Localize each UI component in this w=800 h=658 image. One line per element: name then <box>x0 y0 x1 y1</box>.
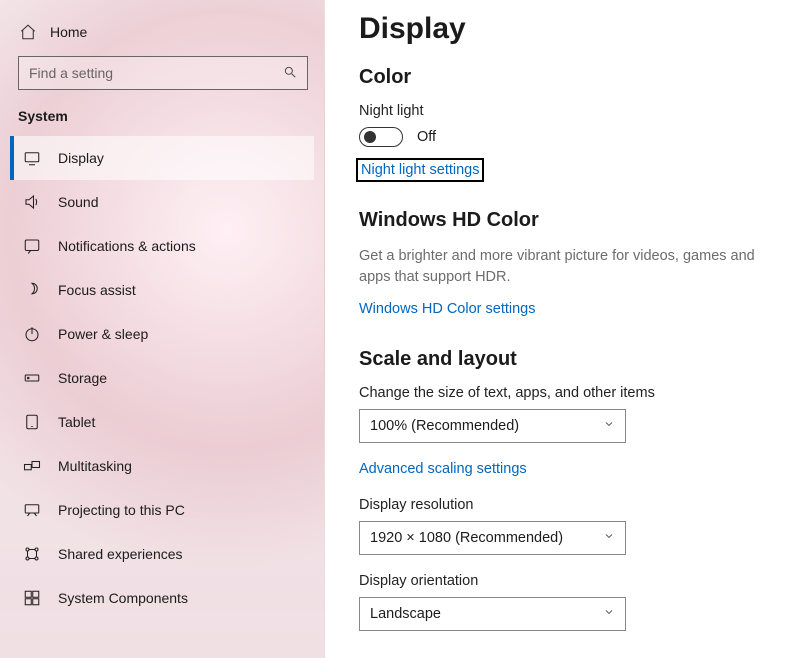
section-scale-heading: Scale and layout <box>359 348 780 371</box>
focus-assist-icon <box>22 280 42 300</box>
sidebar-item-label: Power & sleep <box>58 326 148 342</box>
power-icon <box>22 324 42 344</box>
sidebar-home[interactable]: Home <box>10 18 314 56</box>
search-input[interactable]: Find a setting <box>18 56 308 90</box>
resolution-group: Display resolution 1920 × 1080 (Recommen… <box>359 497 780 555</box>
sidebar-item-focus-assist[interactable]: Focus assist <box>10 268 314 312</box>
sidebar-home-label: Home <box>50 24 87 40</box>
sidebar-item-tablet[interactable]: Tablet <box>10 400 314 444</box>
night-light-toggle[interactable] <box>359 127 403 147</box>
shared-experiences-icon <box>22 544 42 564</box>
night-light-label: Night light <box>359 103 780 119</box>
text-size-group: Change the size of text, apps, and other… <box>359 385 780 443</box>
section-scale-layout: Scale and layout Change the size of text… <box>359 348 780 631</box>
home-icon <box>18 22 38 42</box>
resolution-dropdown[interactable]: 1920 × 1080 (Recommended) <box>359 521 626 555</box>
sidebar-item-power-sleep[interactable]: Power & sleep <box>10 312 314 356</box>
orientation-dropdown[interactable]: Landscape <box>359 597 626 631</box>
notifications-icon <box>22 236 42 256</box>
multitasking-icon <box>22 456 42 476</box>
text-size-dropdown[interactable]: 100% (Recommended) <box>359 409 626 443</box>
chevron-down-icon <box>603 418 615 434</box>
hd-color-settings-link[interactable]: Windows HD Color settings <box>359 301 535 317</box>
sidebar-item-label: Projecting to this PC <box>58 502 185 518</box>
display-icon <box>22 148 42 168</box>
sidebar-item-label: Sound <box>58 194 98 210</box>
section-hd-color-heading: Windows HD Color <box>359 209 780 232</box>
system-components-icon <box>22 588 42 608</box>
sidebar-item-label: System Components <box>58 590 188 606</box>
sidebar-item-label: Tablet <box>58 414 95 430</box>
sidebar-item-sound[interactable]: Sound <box>10 180 314 224</box>
orientation-value: Landscape <box>370 606 441 622</box>
sidebar-item-label: Focus assist <box>58 282 136 298</box>
sidebar-item-display[interactable]: Display <box>10 136 314 180</box>
hd-color-description: Get a brighter and more vibrant picture … <box>359 246 779 288</box>
sidebar: Home Find a setting System Display Sound <box>0 0 325 658</box>
resolution-value: 1920 × 1080 (Recommended) <box>370 530 563 546</box>
settings-window: Home Find a setting System Display Sound <box>0 0 800 658</box>
resolution-label: Display resolution <box>359 497 780 513</box>
text-size-label: Change the size of text, apps, and other… <box>359 385 780 401</box>
section-color: Color Night light Off Night light settin… <box>359 66 780 179</box>
chevron-down-icon <box>603 606 615 622</box>
chevron-down-icon <box>603 530 615 546</box>
projecting-icon <box>22 500 42 520</box>
sidebar-item-label: Multitasking <box>58 458 132 474</box>
storage-icon <box>22 368 42 388</box>
search-placeholder: Find a setting <box>29 65 113 81</box>
sidebar-item-notifications[interactable]: Notifications & actions <box>10 224 314 268</box>
sidebar-item-system-components[interactable]: System Components <box>10 576 314 620</box>
sidebar-item-storage[interactable]: Storage <box>10 356 314 400</box>
tablet-icon <box>22 412 42 432</box>
sidebar-item-label: Storage <box>58 370 107 386</box>
sidebar-item-projecting[interactable]: Projecting to this PC <box>10 488 314 532</box>
sound-icon <box>22 192 42 212</box>
night-light-state: Off <box>417 129 436 145</box>
advanced-scaling-link[interactable]: Advanced scaling settings <box>359 461 780 477</box>
section-hd-color: Windows HD Color Get a brighter and more… <box>359 209 780 318</box>
orientation-group: Display orientation Landscape <box>359 573 780 631</box>
section-color-heading: Color <box>359 66 780 89</box>
sidebar-item-label: Shared experiences <box>58 546 183 562</box>
page-title: Display <box>359 12 780 46</box>
search-icon <box>283 65 297 82</box>
sidebar-item-label: Display <box>58 150 104 166</box>
sidebar-item-shared-experiences[interactable]: Shared experiences <box>10 532 314 576</box>
sidebar-item-label: Notifications & actions <box>58 238 196 254</box>
sidebar-item-multitasking[interactable]: Multitasking <box>10 444 314 488</box>
text-size-value: 100% (Recommended) <box>370 418 519 434</box>
orientation-label: Display orientation <box>359 573 780 589</box>
night-light-settings-link[interactable]: Night light settings <box>359 161 481 179</box>
sidebar-group-label: System <box>10 108 314 136</box>
main-panel: Display Color Night light Off Night ligh… <box>325 0 800 658</box>
toggle-knob <box>364 131 376 143</box>
